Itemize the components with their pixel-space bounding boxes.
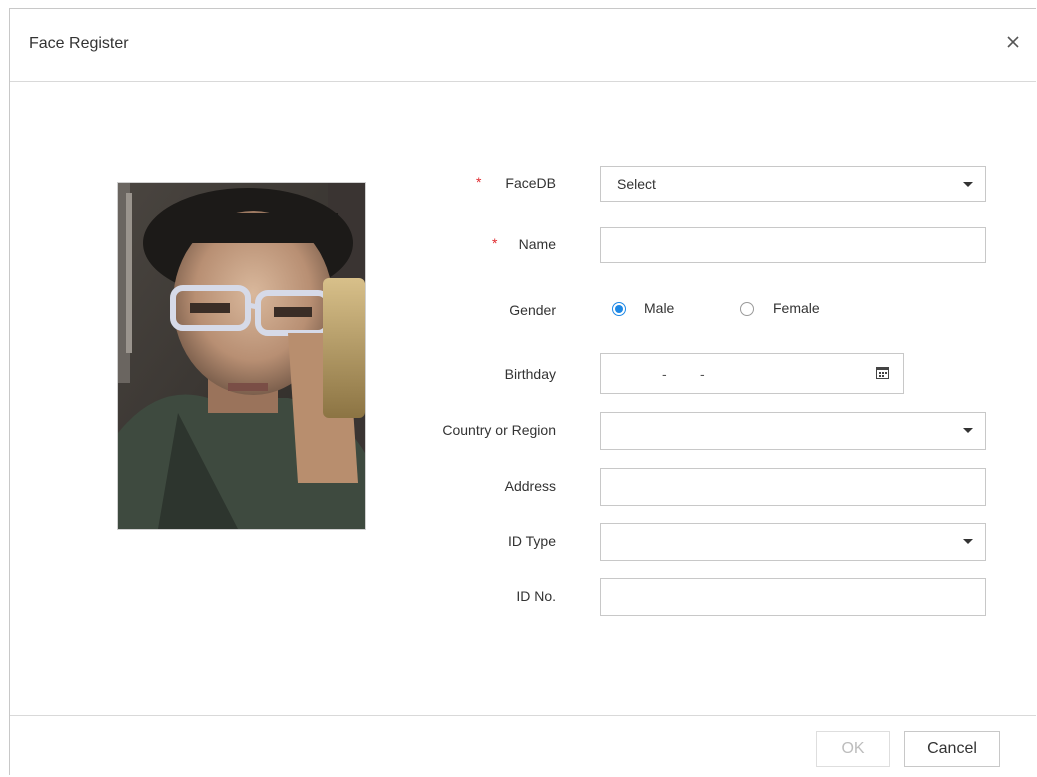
address-label: Address (504, 478, 556, 494)
facedb-label: FaceDB (505, 175, 556, 191)
id-type-label: ID Type (508, 533, 556, 549)
chevron-down-icon (963, 428, 973, 433)
male-radio-label[interactable]: Male (644, 300, 674, 316)
facedb-select[interactable]: Select (600, 166, 986, 202)
address-input[interactable] (600, 468, 986, 506)
dialog-footer: OK Cancel (10, 715, 1036, 777)
chevron-down-icon (963, 539, 973, 544)
required-mark: * (476, 174, 482, 190)
ok-button[interactable]: OK (816, 731, 890, 767)
cancel-button[interactable]: Cancel (904, 731, 1000, 767)
close-icon[interactable] (1004, 33, 1022, 51)
gender-label: Gender (509, 302, 556, 318)
date-separator: - (700, 366, 705, 382)
birthday-input[interactable]: - - (600, 353, 904, 394)
chevron-down-icon (963, 182, 973, 187)
dialog-title: Face Register (29, 35, 129, 52)
country-select[interactable] (600, 412, 986, 450)
name-label: Name (518, 236, 556, 252)
id-type-select[interactable] (600, 523, 986, 561)
male-radio[interactable] (612, 302, 626, 316)
country-label: Country or Region (442, 422, 556, 438)
calendar-icon[interactable] (876, 367, 889, 379)
face-photo (117, 182, 366, 530)
birthday-label: Birthday (504, 366, 556, 382)
female-radio[interactable] (740, 302, 754, 316)
id-no-label: ID No. (516, 588, 556, 604)
dialog-header: Face Register (10, 9, 1036, 82)
female-radio-label[interactable]: Female (773, 300, 820, 316)
face-register-dialog: Face Register * FaceDB Select * Name Gen… (9, 8, 1036, 775)
facedb-value: Select (617, 176, 656, 192)
date-separator: - (662, 366, 667, 382)
name-input[interactable] (600, 227, 986, 263)
id-no-input[interactable] (600, 578, 986, 616)
required-mark: * (492, 235, 498, 251)
